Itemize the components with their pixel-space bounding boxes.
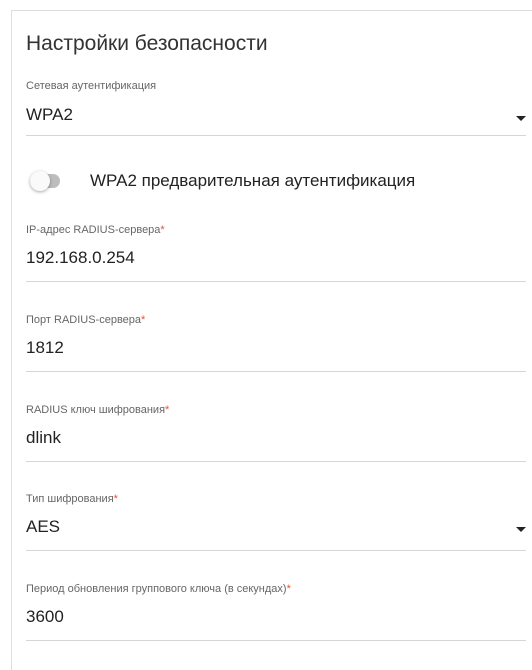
radius-port-field[interactable]: Порт RADIUS-сервера* 1812 (26, 314, 526, 372)
group-key-period-field[interactable]: Период обновления группового ключа (в се… (26, 583, 526, 641)
auth-select[interactable]: Сетевая аутентификация WPA2 (26, 80, 526, 136)
required-mark: * (286, 583, 291, 595)
auth-label: Сетевая аутентификация (26, 80, 157, 92)
encryption-value: AES (26, 517, 61, 536)
radius-key-underline (26, 461, 526, 462)
radius-key-label: RADIUS ключ шифрования (26, 404, 166, 416)
preauth-toggle[interactable] (30, 171, 60, 191)
radius-port-underline (26, 371, 526, 372)
radius-ip-label: IP-адрес RADIUS-сервера (26, 224, 161, 236)
preauth-label: WPA2 предварительная аутентификация (90, 171, 416, 190)
group-key-period-underline (26, 640, 526, 641)
auth-underline (26, 135, 526, 136)
encryption-label: Тип шифрования (26, 493, 114, 505)
required-mark: * (165, 404, 170, 416)
radius-port-input[interactable]: 1812 (26, 337, 526, 359)
encryption-select[interactable]: Тип шифрования* AES (26, 493, 526, 551)
toggle-knob (30, 171, 50, 191)
radius-ip-underline (26, 281, 526, 282)
radius-key-input[interactable]: dlink (26, 427, 526, 449)
encryption-underline (26, 550, 526, 551)
required-mark: * (113, 493, 118, 505)
preauth-toggle-row[interactable]: WPA2 предварительная аутентификация (26, 170, 526, 194)
caret-down-icon[interactable] (516, 527, 526, 532)
radius-port-label: Порт RADIUS-сервера (26, 314, 142, 326)
caret-down-icon[interactable] (516, 116, 526, 121)
required-mark: * (160, 224, 165, 236)
required-mark: * (141, 314, 146, 326)
group-key-period-input[interactable]: 3600 (26, 606, 526, 628)
section-title: Настройки безопасности (26, 32, 268, 55)
group-key-period-label: Период обновления группового ключа (в се… (26, 583, 287, 595)
auth-value: WPA2 (26, 105, 73, 124)
radius-ip-input[interactable]: 192.168.0.254 (26, 247, 526, 269)
radius-key-field[interactable]: RADIUS ключ шифрования* dlink (26, 404, 526, 462)
radius-ip-field[interactable]: IP-адрес RADIUS-сервера* 192.168.0.254 (26, 224, 526, 282)
